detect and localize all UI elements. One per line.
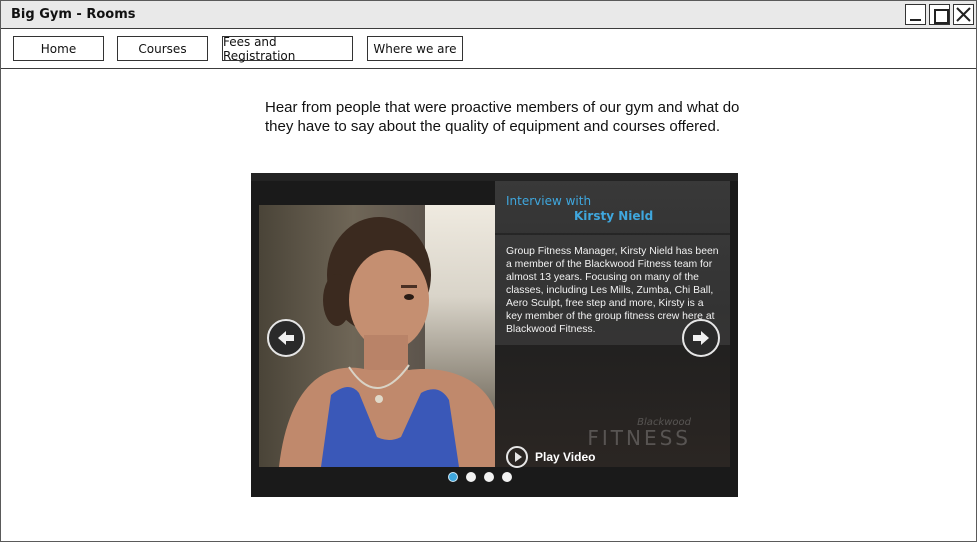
brand-logo: Blackwood FITNESS (556, 417, 691, 448)
nav-home-button[interactable]: Home (13, 36, 104, 61)
nav-fees-button[interactable]: Fees and Registration (222, 35, 353, 63)
slide-indicators (448, 472, 512, 482)
play-icon (506, 446, 528, 468)
slide-dot-1[interactable] (448, 472, 458, 482)
testimonial-carousel: Interview with Kirsty Nield Group Fitnes… (251, 173, 738, 497)
intro-text: Hear from people that were proactive mem… (265, 99, 740, 135)
slide-dot-4[interactable] (502, 472, 512, 482)
close-icon (956, 7, 971, 22)
app-window: Big Gym - Rooms Home Courses Fees and Re… (0, 0, 977, 542)
minimize-button[interactable] (905, 4, 926, 25)
slide-dot-2[interactable] (466, 472, 476, 482)
play-video-button[interactable]: Play Video (506, 446, 595, 468)
arrow-right-icon (693, 331, 709, 345)
nav-bar: Home Courses Fees and Registration Where… (1, 29, 976, 69)
interview-name: Kirsty Nield (574, 209, 654, 223)
carousel-top-bar (251, 173, 738, 181)
close-button[interactable] (953, 4, 974, 25)
interview-label: Interview with (506, 194, 592, 208)
brand-logo-main: FITNESS (587, 426, 691, 450)
title-bar: Big Gym - Rooms (1, 1, 976, 29)
nav-location-button[interactable]: Where we are (367, 36, 463, 61)
member-description: Group Fitness Manager, Kirsty Nield has … (506, 246, 719, 335)
play-video-label: Play Video (535, 450, 596, 464)
previous-slide-button[interactable] (267, 319, 305, 357)
next-slide-button[interactable] (682, 319, 720, 357)
window-title: Big Gym - Rooms (11, 7, 136, 22)
arrow-left-icon (278, 331, 294, 345)
maximize-button[interactable] (929, 4, 950, 25)
nav-courses-button[interactable]: Courses (117, 36, 208, 61)
slide-dot-3[interactable] (484, 472, 494, 482)
